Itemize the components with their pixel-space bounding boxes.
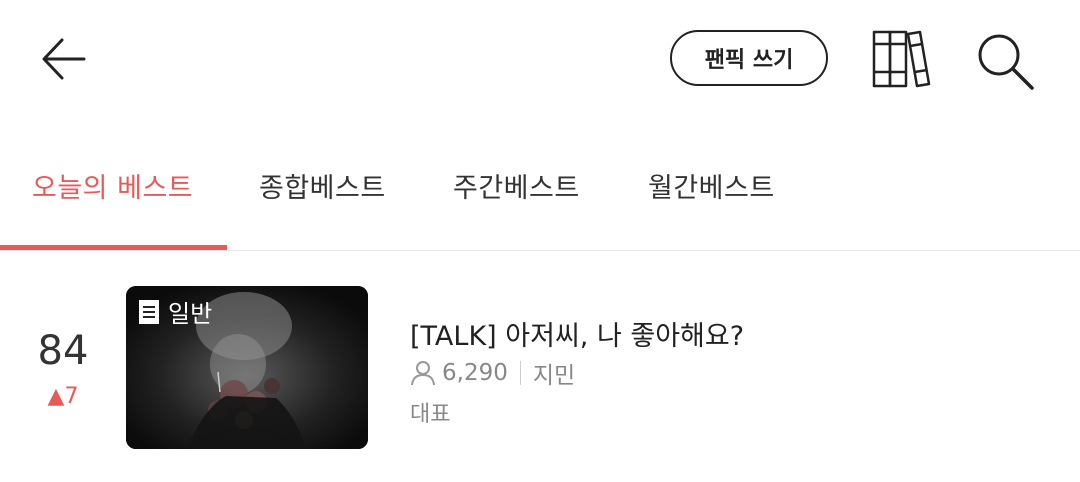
author-name[interactable]: 지민 — [533, 356, 575, 390]
app-header: 팬픽 쓰기 — [0, 0, 1080, 120]
rank-number: 84 — [37, 328, 89, 374]
tab-overall-best[interactable]: 종합베스트 — [259, 166, 386, 205]
back-arrow-icon — [42, 38, 86, 80]
library-icon — [872, 30, 931, 88]
search-button[interactable] — [972, 28, 1038, 94]
badge-label: 일반 — [168, 300, 213, 328]
story-tag: 대표 — [410, 402, 451, 427]
best-tabs: 오늘의 베스트 종합베스트 주간베스트 월간베스트 — [0, 130, 1080, 251]
document-icon — [139, 299, 159, 324]
person-icon — [411, 361, 435, 386]
write-fanfic-button[interactable]: 팬픽 쓰기 — [670, 30, 828, 86]
category-badge: 일반 — [138, 294, 212, 329]
rank-change: ▲7 — [47, 384, 79, 409]
active-tab-indicator — [0, 245, 227, 250]
tab-monthly-best[interactable]: 월간베스트 — [648, 166, 775, 205]
library-button[interactable] — [866, 26, 936, 92]
list-item[interactable]: 84 ▲7 일반 [TALK] 아저씨, 나 좋아해요? 6,290 지민 대표 — [0, 270, 1080, 470]
story-meta: 6,290 지민 — [410, 356, 575, 390]
meta-divider — [519, 361, 521, 385]
story-title[interactable]: [TALK] 아저씨, 나 좋아해요? — [410, 314, 744, 353]
tab-weekly-best[interactable]: 주간베스트 — [453, 166, 580, 205]
search-icon — [978, 34, 1034, 90]
back-button[interactable] — [36, 30, 92, 86]
tab-today-best[interactable]: 오늘의 베스트 — [32, 166, 193, 205]
write-fanfic-label: 팬픽 쓰기 — [704, 48, 794, 73]
view-count: 6,290 — [442, 360, 508, 386]
story-thumbnail[interactable]: 일반 — [126, 286, 368, 449]
